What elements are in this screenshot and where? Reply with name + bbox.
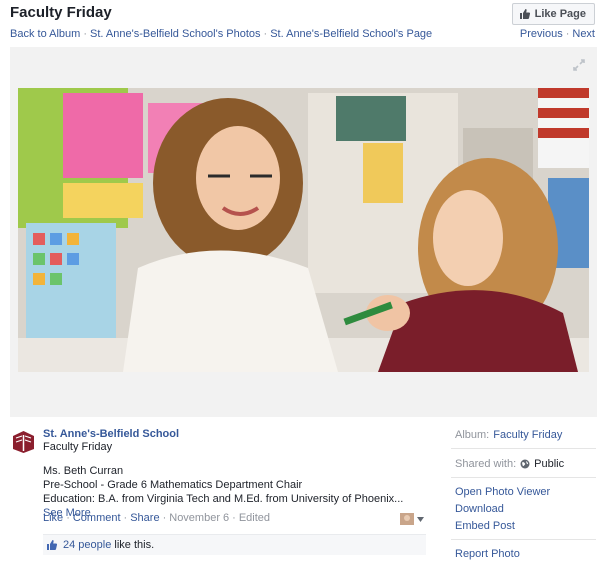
chevron-down-icon [417, 516, 424, 522]
album-row: Album: Faculty Friday [455, 426, 598, 444]
album-link[interactable]: Faculty Friday [493, 429, 562, 441]
photo-sidebar: Album: Faculty Friday Shared with: Publi… [451, 426, 598, 563]
back-to-album-link[interactable]: Back to Album [10, 28, 80, 40]
post-as-selector[interactable] [400, 513, 426, 525]
shared-with-label: Shared with: [455, 458, 517, 470]
thumbs-up-icon [47, 540, 58, 550]
like-page-label: Like Page [534, 8, 586, 20]
like-page-button[interactable]: Like Page [511, 3, 595, 25]
next-link[interactable]: Next [572, 28, 595, 40]
open-photo-viewer-link[interactable]: Open Photo Viewer [455, 484, 598, 501]
main-photo[interactable] [18, 88, 589, 372]
caption-line: Ms. Beth Curran [43, 465, 124, 477]
shared-with-row: Shared with: Public [455, 455, 598, 473]
photo-pager: Previous · Next [519, 28, 595, 40]
likes-count-link[interactable]: 24 people [63, 539, 111, 551]
divider [451, 477, 596, 478]
photo-stage [10, 47, 597, 417]
globe-icon [520, 459, 530, 469]
divider [451, 448, 596, 449]
share-link[interactable]: Share [130, 512, 159, 524]
mini-avatar-icon [400, 513, 414, 525]
previous-link[interactable]: Previous [520, 28, 563, 40]
caption-line-text: Education: B.A. from Virginia Tech and M… [43, 493, 404, 505]
divider [451, 539, 596, 540]
school-page-link[interactable]: St. Anne's-Belfield School's Page [270, 28, 432, 40]
page-name-link[interactable]: St. Anne's-Belfield School [43, 428, 179, 440]
post-date[interactable]: November 6 [169, 512, 229, 524]
comment-link[interactable]: Comment [73, 512, 121, 524]
caption-line: Pre-School - Grade 6 Mathematics Departm… [43, 479, 303, 491]
embed-post-link[interactable]: Embed Post [455, 518, 598, 535]
likes-summary: 24 people like this. [43, 534, 426, 555]
thumbs-up-icon [519, 9, 530, 19]
shared-with-value[interactable]: Public [534, 458, 564, 470]
likes-suffix: like this. [114, 539, 155, 551]
photo-title: Faculty Friday [10, 4, 112, 21]
download-link[interactable]: Download [455, 501, 598, 518]
school-photos-link[interactable]: St. Anne's-Belfield School's Photos [90, 28, 261, 40]
fullscreen-icon[interactable] [573, 59, 585, 71]
post-actions: Like · Comment · Share · November 6 · Edited [43, 512, 271, 524]
school-logo-avatar[interactable] [10, 427, 37, 454]
like-link[interactable]: Like [43, 512, 63, 524]
edited-label[interactable]: Edited [239, 512, 270, 524]
post-album-name: Faculty Friday [43, 441, 113, 453]
album-label: Album: [455, 429, 490, 441]
breadcrumb: Back to Album · St. Anne's-Belfield School… [10, 28, 433, 40]
classroom-photo-illustration [18, 88, 589, 372]
